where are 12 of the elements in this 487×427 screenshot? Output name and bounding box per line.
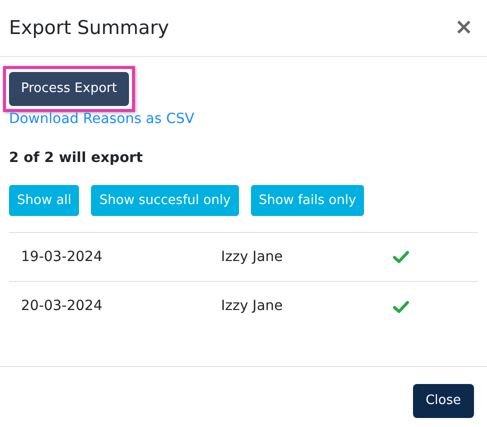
process-export-button[interactable]: Process Export <box>9 72 130 106</box>
dialog-title: Export Summary <box>9 16 170 41</box>
filter-button[interactable]: Show succesful only <box>91 185 239 216</box>
filter-button[interactable]: Show fails only <box>250 185 364 216</box>
name-cell-text: Izzy Jane <box>221 297 284 316</box>
close-button[interactable]: Close <box>412 384 474 418</box>
export-summary-text: 2 of 2 will export <box>9 149 144 168</box>
date-cell-text: 20-03-2024 <box>20 297 104 316</box>
download-link[interactable]: Download Reasons as CSV <box>9 109 194 130</box>
name-cell-text: Izzy Jane <box>221 248 284 266</box>
date-cell-text: 19-03-2024 <box>20 248 104 266</box>
filter-button[interactable]: Show all <box>9 185 80 216</box>
